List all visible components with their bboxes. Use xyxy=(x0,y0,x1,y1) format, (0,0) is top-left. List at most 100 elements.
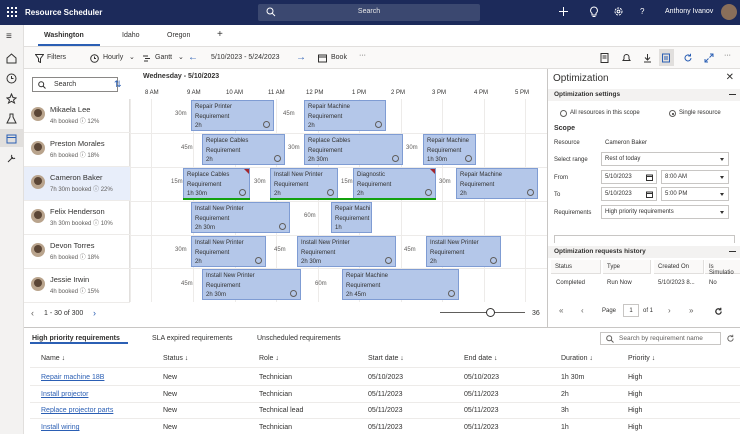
booking-block[interactable]: Replace Cables Requirement 2h xyxy=(202,134,285,165)
booking-block[interactable]: Replace Cables Requirement 1h 30m xyxy=(183,168,250,199)
col-name[interactable]: Name ↓ xyxy=(41,355,65,362)
filters-button[interactable]: Filters xyxy=(47,54,66,61)
gantt-dropdown[interactable]: Gantt xyxy=(155,54,172,61)
history-col-is-simulation[interactable]: Is Simulatio xyxy=(705,260,740,276)
refresh-icon[interactable] xyxy=(714,307,723,316)
history-col-type[interactable]: Type xyxy=(603,260,651,274)
global-search-input[interactable]: Search xyxy=(258,4,480,21)
requirements-dropdown[interactable]: High priority requirements xyxy=(601,205,729,219)
tab-washington[interactable]: Washington xyxy=(44,32,84,39)
home-icon[interactable] xyxy=(6,53,17,64)
zoom-slider-track[interactable] xyxy=(440,312,525,313)
from-date-input[interactable]: 5/10/2023 xyxy=(601,170,657,184)
resource-row[interactable]: Preston Morales 6h booked ⓘ 18% xyxy=(24,133,130,167)
tab-oregon[interactable]: Oregon xyxy=(167,32,190,39)
requirement-name-link[interactable]: Install wiring xyxy=(41,424,80,431)
history-col-status[interactable]: Status xyxy=(551,260,601,274)
page-input[interactable]: 1 xyxy=(623,304,639,317)
more-button[interactable]: ··· xyxy=(359,52,366,59)
refresh-icon[interactable] xyxy=(683,53,693,63)
resource-row[interactable]: Jessie Irwin 4h booked ⓘ 15% xyxy=(24,269,130,303)
requirement-name-link[interactable]: Install projector xyxy=(41,391,88,398)
zoom-slider-thumb[interactable] xyxy=(486,308,495,317)
arrow-left-icon[interactable]: ← xyxy=(188,52,198,63)
col-start-date[interactable]: Start date ↓ xyxy=(368,355,404,362)
booking-block[interactable]: Install New Printer Requirement 2h 30m xyxy=(191,202,290,233)
chevron-left-icon[interactable]: ‹ xyxy=(31,308,34,318)
recent-icon[interactable] xyxy=(6,73,17,84)
tab-idaho[interactable]: Idaho xyxy=(122,32,140,39)
gear-icon[interactable] xyxy=(613,6,624,17)
hamburger-icon[interactable]: ≡ xyxy=(6,31,12,42)
next-page-icon[interactable]: › xyxy=(668,306,671,315)
booking-block[interactable]: Install New Printer Requirement 2h xyxy=(270,168,338,199)
booking-block[interactable]: Repair Machine Requirement 2h xyxy=(456,168,538,199)
more-options-button[interactable]: ··· xyxy=(724,52,731,59)
booking-block[interactable]: Diagnostic Requirement 2h xyxy=(353,168,436,199)
first-page-icon[interactable]: « xyxy=(559,306,563,315)
resource-row[interactable]: Mikaela Lee 4h booked ⓘ 12% xyxy=(24,99,130,133)
refresh-icon[interactable] xyxy=(726,334,735,343)
app-launcher-icon[interactable] xyxy=(7,7,17,17)
prev-page-icon[interactable]: ‹ xyxy=(581,306,584,315)
requirement-name-link[interactable]: Replace projector parts xyxy=(41,407,113,414)
date-range[interactable]: 5/10/2023 - 5/24/2023 xyxy=(211,54,280,61)
resource-search-input[interactable]: Search xyxy=(32,77,118,92)
pin-icon[interactable] xyxy=(6,93,17,104)
optimization-icon[interactable] xyxy=(662,53,671,63)
expand-icon[interactable] xyxy=(704,53,714,63)
tools-icon[interactable] xyxy=(6,153,17,164)
booking-block[interactable]: Repair Machi Requirement 1h xyxy=(331,202,372,233)
help-icon[interactable]: ? xyxy=(640,7,644,16)
select-range-dropdown[interactable]: Rest of today xyxy=(601,152,729,166)
last-page-icon[interactable]: » xyxy=(689,306,693,315)
resource-row[interactable]: Devon Torres 6h booked ⓘ 18% xyxy=(24,235,130,269)
booking-block[interactable]: Replace Cables Requirement 2h 30m xyxy=(304,134,403,165)
flask-icon[interactable] xyxy=(6,113,17,124)
history-section-header[interactable]: Optimization requests history xyxy=(548,246,740,258)
calendar-icon[interactable] xyxy=(6,133,17,144)
history-col-created-on[interactable]: Created On xyxy=(654,260,704,274)
to-date-input[interactable]: 5/10/2023 xyxy=(601,187,657,201)
tab-unscheduled[interactable]: Unscheduled requirements xyxy=(257,335,341,342)
plus-icon[interactable] xyxy=(558,6,569,17)
user-avatar[interactable] xyxy=(721,4,737,20)
col-priority[interactable]: Priority ↓ xyxy=(628,355,655,362)
resource-row-selected[interactable]: Cameron Baker 7h 30m booked ⓘ 22% xyxy=(24,167,130,201)
from-label: From xyxy=(554,175,568,181)
bell-icon[interactable] xyxy=(622,53,631,63)
from-time-dropdown[interactable]: 8:00 AM xyxy=(661,170,729,184)
arrow-right-icon[interactable]: → xyxy=(296,52,306,63)
requirement-name-link[interactable]: Repair machine 18B xyxy=(41,374,104,381)
booking-block[interactable]: Repair Machine Requirement 1h 30m xyxy=(423,134,476,165)
col-end-date[interactable]: End date ↓ xyxy=(464,355,497,362)
chevron-right-icon[interactable]: › xyxy=(93,308,96,318)
booking-block[interactable]: Install New Printer Requirement 2h 30m xyxy=(202,269,301,300)
lightbulb-icon[interactable] xyxy=(589,6,599,18)
col-status[interactable]: Status ↓ xyxy=(163,355,188,362)
radio-single-resource[interactable] xyxy=(669,110,676,117)
booking-block[interactable]: Install New Printer Requirement 2h xyxy=(426,236,501,267)
booking-block[interactable]: Install New Printer Requirement 2h xyxy=(191,236,266,267)
resource-row[interactable]: Felix Henderson 3h 30m booked ⓘ 10% xyxy=(24,201,130,235)
booking-block[interactable]: Repair Printer Requirement 2h xyxy=(191,100,274,131)
settings-section-header[interactable]: Optimization settings xyxy=(548,89,740,101)
radio-all-resources[interactable] xyxy=(560,110,567,117)
tab-high-priority[interactable]: High priority requirements xyxy=(32,335,120,342)
document-icon[interactable] xyxy=(600,53,609,63)
requirement-search-input[interactable]: Search by requirement name xyxy=(600,332,721,345)
col-duration[interactable]: Duration ↓ xyxy=(561,355,593,362)
hourly-dropdown[interactable]: Hourly xyxy=(103,54,123,61)
col-role[interactable]: Role ↓ xyxy=(259,355,279,362)
booking-block[interactable]: Repair Machine Requirement 2h xyxy=(304,100,386,131)
book-button[interactable]: Book xyxy=(331,54,347,61)
close-icon[interactable]: ✕ xyxy=(726,72,734,83)
to-time-dropdown[interactable]: 5:00 PM xyxy=(661,187,729,201)
booking-block[interactable]: Repair Machine Requirement 2h 45m xyxy=(342,269,459,300)
add-tab-button[interactable]: + xyxy=(217,29,223,40)
tab-sla-expired[interactable]: SLA expired requirements xyxy=(152,335,233,342)
check-icon xyxy=(263,121,270,128)
booking-block[interactable]: Install New Printer Requirement 2h 30m xyxy=(297,236,396,267)
sort-icon[interactable]: ⇅ xyxy=(114,79,122,90)
download-icon[interactable] xyxy=(643,53,652,63)
